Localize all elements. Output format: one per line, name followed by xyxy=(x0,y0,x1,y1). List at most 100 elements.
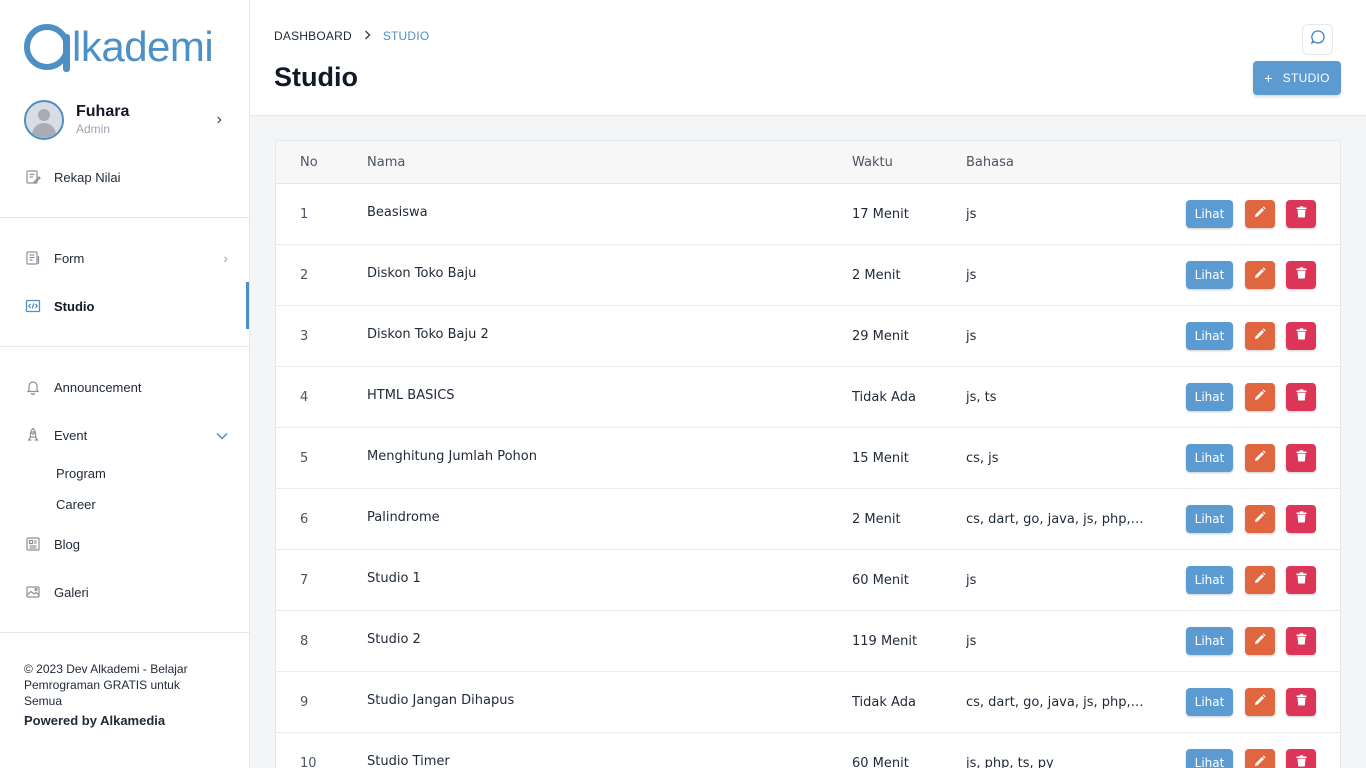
sidebar-subitem-career[interactable]: Career xyxy=(56,497,96,512)
bell-icon xyxy=(24,378,42,396)
divider xyxy=(0,632,249,633)
edit-button[interactable] xyxy=(1245,383,1275,411)
column-header-bahasa: Bahasa xyxy=(966,155,1014,170)
row-number: 2 xyxy=(300,268,309,283)
brand-logo[interactable]: lkademi xyxy=(24,22,214,72)
table-row: 2 Diskon Toko Baju 2 Menit js Lihat xyxy=(276,245,1340,306)
pencil-icon xyxy=(1254,754,1266,768)
view-button[interactable]: Lihat xyxy=(1186,322,1233,350)
column-header-nama: Nama xyxy=(367,155,406,170)
row-number: 5 xyxy=(300,451,309,466)
edit-button[interactable] xyxy=(1245,627,1275,655)
view-button[interactable]: Lihat xyxy=(1186,688,1233,716)
trash-icon xyxy=(1296,632,1307,650)
sidebar-item-studio[interactable]: Studio xyxy=(24,294,228,318)
delete-button[interactable] xyxy=(1286,566,1316,594)
sidebar-subitem-program[interactable]: Program xyxy=(56,466,106,481)
row-bahasa: js, php, ts, py xyxy=(966,756,1054,768)
row-bahasa: js xyxy=(966,268,977,283)
edit-button[interactable] xyxy=(1245,505,1275,533)
pencil-icon xyxy=(1254,266,1266,284)
view-button[interactable]: Lihat xyxy=(1186,200,1233,228)
edit-button[interactable] xyxy=(1245,749,1275,768)
trash-icon xyxy=(1296,510,1307,528)
breadcrumb: DASHBOARD STUDIO xyxy=(274,29,429,43)
row-number: 6 xyxy=(300,512,309,527)
row-bahasa: js xyxy=(966,207,977,222)
row-number: 3 xyxy=(300,329,309,344)
view-button[interactable]: Lihat xyxy=(1186,505,1233,533)
sidebar-footer: © 2023 Dev Alkademi - Belajar Pemrograma… xyxy=(24,661,214,729)
table-row: 4 HTML BASICS Tidak Ada js, ts Lihat xyxy=(276,367,1340,428)
view-button[interactable]: Lihat xyxy=(1186,444,1233,472)
delete-button[interactable] xyxy=(1286,688,1316,716)
delete-button[interactable] xyxy=(1286,749,1316,768)
chat-button[interactable] xyxy=(1302,24,1333,55)
chat-bubble-icon xyxy=(1310,29,1326,50)
column-header-no: No xyxy=(300,155,318,170)
row-bahasa: cs, dart, go, java, js, php, ... xyxy=(966,512,1146,527)
chevron-right-icon xyxy=(364,29,371,43)
delete-button[interactable] xyxy=(1286,627,1316,655)
table-row: 9 Studio Jangan Dihapus Tidak Ada cs, dart,… xyxy=(276,672,1340,733)
sidebar-item-galeri[interactable]: Galeri xyxy=(24,580,228,604)
delete-button[interactable] xyxy=(1286,505,1316,533)
table-row: 1 Beasiswa 17 Menit js Lihat xyxy=(276,184,1340,245)
edit-button[interactable] xyxy=(1245,566,1275,594)
row-number: 1 xyxy=(300,207,309,222)
plus-icon: + xyxy=(1264,70,1273,86)
row-number: 4 xyxy=(300,390,309,405)
sidebar-item-event[interactable]: Event xyxy=(24,423,228,447)
row-waktu: 60 Menit xyxy=(852,573,909,588)
pencil-icon xyxy=(1254,449,1266,467)
view-button[interactable]: Lihat xyxy=(1186,749,1233,768)
divider xyxy=(0,217,249,218)
trash-icon xyxy=(1296,327,1307,345)
row-nama: Menghitung Jumlah Pohon xyxy=(367,449,537,464)
rocket-icon xyxy=(24,426,42,444)
pencil-icon xyxy=(1254,510,1266,528)
edit-button[interactable] xyxy=(1245,322,1275,350)
row-nama: Diskon Toko Baju xyxy=(367,266,477,281)
code-icon xyxy=(24,297,42,315)
row-waktu: 29 Menit xyxy=(852,329,909,344)
view-button[interactable]: Lihat xyxy=(1186,261,1233,289)
sidebar-item-label: Announcement xyxy=(54,379,142,395)
row-bahasa: cs, dart, go, java, js, php, ... xyxy=(966,695,1146,710)
column-header-waktu: Waktu xyxy=(852,155,893,170)
edit-button[interactable] xyxy=(1245,688,1275,716)
row-nama: Studio 2 xyxy=(367,632,421,647)
table-header: No Nama Waktu Bahasa xyxy=(276,141,1340,184)
delete-button[interactable] xyxy=(1286,444,1316,472)
view-button[interactable]: Lihat xyxy=(1186,566,1233,594)
delete-button[interactable] xyxy=(1286,383,1316,411)
add-studio-button[interactable]: + STUDIO xyxy=(1253,61,1341,95)
delete-button[interactable] xyxy=(1286,322,1316,350)
trash-icon xyxy=(1296,388,1307,406)
sidebar-item-rekap-nilai[interactable]: Rekap Nilai xyxy=(24,165,228,189)
divider xyxy=(0,346,249,347)
edit-list-icon xyxy=(24,168,42,186)
delete-button[interactable] xyxy=(1286,261,1316,289)
view-button[interactable]: Lihat xyxy=(1186,383,1233,411)
sidebar-item-label: Studio xyxy=(54,298,95,314)
sidebar-item-announcement[interactable]: Announcement xyxy=(24,375,228,399)
breadcrumb-dashboard[interactable]: DASHBOARD xyxy=(274,29,352,43)
delete-button[interactable] xyxy=(1286,200,1316,228)
view-button[interactable]: Lihat xyxy=(1186,627,1233,655)
table-row: 6 Palindrome 2 Menit cs, dart, go, java, js… xyxy=(276,489,1340,550)
pencil-icon xyxy=(1254,571,1266,589)
sidebar-item-blog[interactable]: Blog xyxy=(24,532,228,556)
sidebar-item-form[interactable]: Form › xyxy=(24,246,228,270)
pencil-icon xyxy=(1254,693,1266,711)
edit-button[interactable] xyxy=(1245,200,1275,228)
edit-button[interactable] xyxy=(1245,444,1275,472)
row-bahasa: cs, js xyxy=(966,451,999,466)
profile-card[interactable]: Fuhara Admin › xyxy=(24,100,228,140)
row-nama: Studio 1 xyxy=(367,571,421,586)
edit-button[interactable] xyxy=(1245,261,1275,289)
row-nama: Beasiswa xyxy=(367,205,428,220)
row-nama: Studio Jangan Dihapus xyxy=(367,693,515,708)
row-nama: Palindrome xyxy=(367,510,440,525)
row-nama: HTML BASICS xyxy=(367,388,455,403)
